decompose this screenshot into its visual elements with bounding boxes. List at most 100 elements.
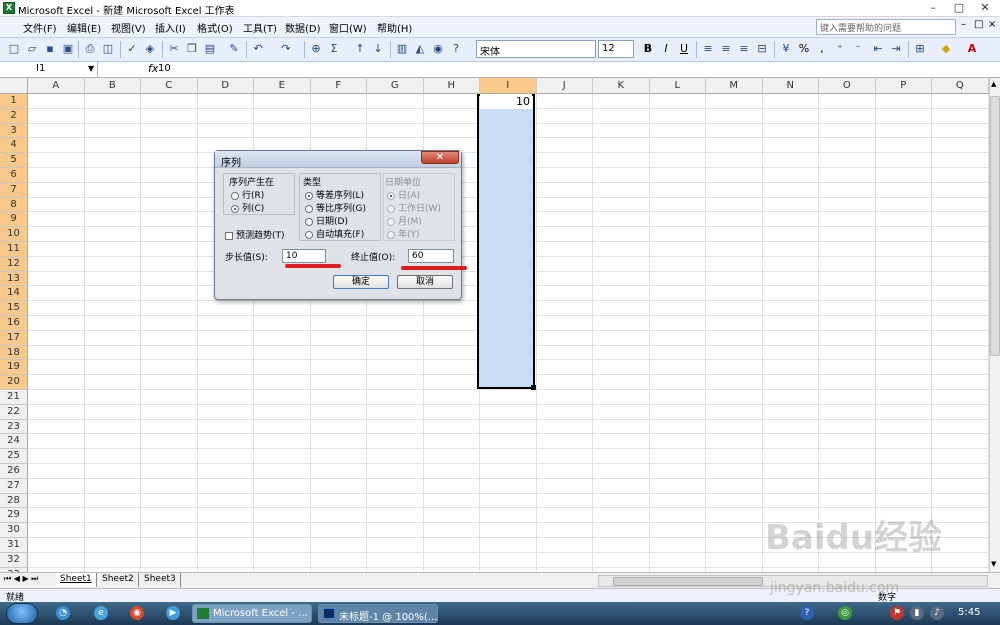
increase-decimal-icon[interactable]: ⁺ [832, 41, 848, 57]
type-date-option[interactable]: 日期(D) [305, 214, 348, 227]
row-header[interactable]: 6 [0, 168, 28, 183]
row-header[interactable]: 23 [0, 419, 28, 435]
task-excel[interactable]: Microsoft Excel - ... [192, 604, 312, 623]
vertical-scroll-thumb[interactable] [990, 96, 1000, 356]
paste-icon[interactable]: ▤ [202, 41, 218, 57]
row-header[interactable]: 13 [0, 271, 28, 287]
row-option[interactable]: 行(R) [231, 188, 264, 201]
copy-icon[interactable]: ❐ [184, 41, 200, 57]
drawing-icon[interactable]: ◭ [412, 41, 428, 57]
column-header[interactable]: N [762, 78, 819, 94]
row-header[interactable]: 20 [0, 375, 28, 390]
column-header[interactable]: C [141, 78, 198, 94]
row-header[interactable]: 12 [0, 256, 28, 272]
column-header[interactable]: D [197, 78, 254, 94]
menu-window[interactable]: 窗口(W) [326, 20, 370, 35]
open-folder-icon[interactable]: ▱ [24, 41, 40, 57]
tray-flag-icon[interactable]: ⚑ [890, 606, 904, 620]
print-icon[interactable]: ⎙ [82, 41, 98, 57]
fill-handle[interactable] [531, 385, 536, 390]
column-header[interactable]: E [254, 78, 311, 94]
formula-input[interactable]: 10 [158, 62, 171, 75]
new-document-icon[interactable]: □ [6, 41, 22, 57]
minimize-button[interactable]: – [920, 0, 946, 16]
sheet-tab-2[interactable]: Sheet2 [98, 573, 139, 587]
column-header[interactable]: I [480, 78, 537, 94]
vertical-scrollbar[interactable]: ▲ ▼ [989, 78, 1000, 572]
row-header[interactable]: 25 [0, 449, 28, 464]
quicklaunch-weibo-icon[interactable]: ◉ [130, 606, 144, 620]
row-header[interactable]: 2 [0, 108, 28, 124]
row-header[interactable]: 4 [0, 138, 28, 154]
menu-tools[interactable]: 工具(T) [240, 20, 280, 35]
horizontal-scroll-thumb[interactable] [613, 577, 763, 586]
sheet-tab-1[interactable]: Sheet1 [56, 573, 97, 587]
tray-network-icon[interactable]: ▮ [910, 606, 924, 620]
row-header[interactable]: 29 [0, 508, 28, 524]
maximize-button[interactable]: □ [946, 0, 972, 16]
radio-linear[interactable] [305, 191, 313, 200]
fill-color-icon[interactable]: ◆ [938, 41, 954, 57]
permission-icon[interactable]: ▣ [60, 41, 76, 57]
column-header[interactable]: Q [932, 78, 989, 94]
font-size-select[interactable]: 12 [598, 40, 634, 58]
doc-close-button[interactable]: × [985, 19, 999, 30]
active-cell-i1[interactable]: 10 [480, 94, 532, 109]
menu-format[interactable]: 格式(O) [194, 20, 236, 35]
doc-minimize-button[interactable]: – [958, 19, 969, 30]
row-header[interactable]: 18 [0, 345, 28, 361]
align-center-icon[interactable]: ≡ [718, 41, 734, 57]
row-header[interactable]: 3 [0, 123, 28, 139]
column-header[interactable]: H [423, 78, 480, 94]
quicklaunch-browser-icon[interactable]: e [94, 606, 108, 620]
column-header[interactable]: K [593, 78, 650, 94]
column-option[interactable]: 列(C) [231, 201, 264, 214]
radio-column[interactable] [231, 204, 239, 213]
close-window-button[interactable]: ✕ [972, 0, 998, 16]
font-name-select[interactable]: 宋体 [476, 40, 596, 58]
menu-data[interactable]: 数据(D) [282, 20, 324, 35]
print-preview-icon[interactable]: ◫ [100, 41, 116, 57]
autosum-icon[interactable]: Σ [326, 41, 342, 57]
tray-volume-icon[interactable]: ♪ [930, 606, 944, 620]
row-header[interactable]: 32 [0, 552, 28, 568]
font-color-button[interactable]: A [964, 41, 980, 57]
cut-icon[interactable]: ✂ [166, 41, 182, 57]
currency-icon[interactable]: ¥ [778, 41, 794, 57]
start-button[interactable] [6, 603, 38, 624]
decrease-indent-icon[interactable]: ⇤ [870, 41, 886, 57]
menu-insert[interactable]: 插入(I) [152, 20, 189, 35]
undo-icon[interactable]: ↶ [250, 41, 266, 57]
trend-checkbox[interactable] [225, 231, 233, 240]
clock[interactable]: 5:45 [958, 607, 980, 618]
row-header[interactable]: 8 [0, 197, 28, 213]
radio-date[interactable] [305, 217, 313, 226]
column-header[interactable]: P [875, 78, 932, 94]
merge-center-icon[interactable]: ⊟ [754, 41, 770, 57]
tray-security-icon[interactable]: ◎ [838, 606, 852, 620]
row-header[interactable]: 22 [0, 404, 28, 420]
sort-ascending-icon[interactable]: ↑ [352, 41, 368, 57]
row-header[interactable]: 27 [0, 478, 28, 494]
name-box[interactable]: I1 [0, 62, 98, 77]
row-header[interactable]: 15 [0, 301, 28, 316]
column-header[interactable]: G [367, 78, 424, 94]
scroll-up-icon[interactable]: ▲ [991, 80, 996, 88]
radio-row[interactable] [231, 191, 239, 200]
row-header[interactable]: 10 [0, 227, 28, 242]
column-header[interactable]: O [819, 78, 876, 94]
row-header[interactable]: 31 [0, 538, 28, 553]
row-header[interactable]: 19 [0, 360, 28, 376]
row-header[interactable]: 7 [0, 182, 28, 198]
align-left-icon[interactable]: ≡ [700, 41, 716, 57]
row-header[interactable]: 21 [0, 390, 28, 405]
row-header[interactable]: 30 [0, 523, 28, 538]
column-header[interactable]: L [649, 78, 706, 94]
cancel-button[interactable]: 取消 [397, 275, 453, 289]
row-header[interactable]: 16 [0, 316, 28, 331]
type-growth-option[interactable]: 等比序列(G) [305, 201, 366, 214]
italic-button[interactable]: I [658, 41, 674, 57]
decrease-decimal-icon[interactable]: ⁻ [850, 41, 866, 57]
research-icon[interactable]: ◈ [142, 41, 158, 57]
column-header[interactable]: M [706, 78, 763, 94]
